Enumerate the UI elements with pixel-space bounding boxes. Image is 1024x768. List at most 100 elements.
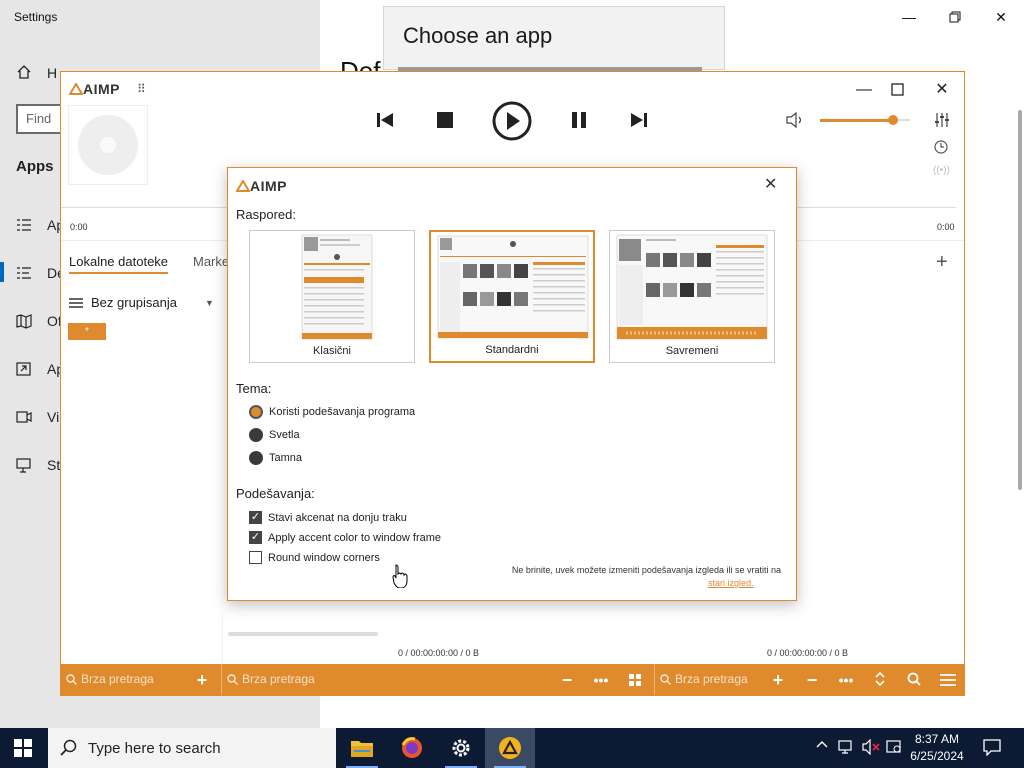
volume-button[interactable] (785, 110, 807, 130)
action-center-icon[interactable] (983, 738, 1001, 756)
settings-heading: Podešavanja: (236, 486, 315, 501)
clock-icon[interactable] (934, 140, 948, 154)
pause-icon (572, 112, 586, 128)
theme-option-dark[interactable]: Tamna (249, 451, 302, 465)
aimp-app-icon (499, 737, 521, 759)
show-hidden-icons-button[interactable] (816, 740, 828, 748)
play-icon (492, 101, 532, 141)
quick-search-1[interactable]: Brza pretraga (66, 672, 154, 686)
layout-preview-classic (256, 233, 408, 341)
nav-item-offline-maps[interactable]: Of (0, 306, 62, 336)
theme-option-program[interactable]: Koristi podešavanja programa (249, 405, 415, 419)
windows-start-button[interactable] (14, 739, 32, 757)
layout-option-modern[interactable]: Savremeni (609, 230, 775, 363)
aimp-minimize-button[interactable]: — (848, 79, 880, 101)
equalizer-icon[interactable] (934, 112, 950, 128)
layout-option-standard[interactable]: Standardni (429, 230, 595, 363)
radio-button[interactable] (249, 451, 263, 465)
minimize-button[interactable]: — (886, 2, 932, 32)
remove-button-2[interactable]: − (800, 670, 824, 690)
search-icon (227, 673, 238, 685)
home-label[interactable]: H (47, 65, 57, 81)
windows-logo-icon (14, 739, 32, 757)
previous-icon (377, 113, 393, 127)
aimp-close-button[interactable]: ✕ (931, 79, 953, 101)
next-track-button[interactable] (628, 110, 650, 130)
radio-button[interactable] (249, 405, 263, 419)
add-playlist-button[interactable]: + (936, 251, 948, 274)
aimp-maximize-button[interactable] (887, 79, 909, 101)
stop-button[interactable] (434, 110, 456, 130)
dialog-close-button[interactable]: ✕ (764, 174, 777, 194)
default-apps-icon (16, 265, 32, 281)
grid-view-button[interactable] (623, 670, 647, 690)
maximize-button[interactable] (932, 2, 978, 32)
taskbar: Type here to search 8:37 AM 6/25/2024 (0, 728, 1024, 768)
pause-button[interactable] (568, 110, 590, 130)
chevron-down-icon[interactable]: ▼ (205, 298, 214, 308)
aimp-taskbar-button[interactable] (485, 728, 535, 768)
clock-date: 6/25/2024 (910, 749, 964, 763)
old-layout-link[interactable]: stari izgled. (708, 578, 754, 588)
nav-item-video-playback[interactable]: Vi (0, 402, 60, 432)
radio-cast-icon[interactable]: ((•)) (933, 165, 950, 176)
restore-icon (949, 11, 961, 23)
search-icon (907, 672, 921, 686)
apps-websites-icon (16, 361, 32, 377)
remove-button[interactable]: − (555, 670, 579, 690)
settings-taskbar-button[interactable] (436, 728, 486, 768)
checkbox[interactable]: ✓ (249, 531, 262, 544)
volume-muted-icon[interactable] (862, 739, 882, 755)
option-accent-bottom-bar[interactable]: ✓ Stavi akcenat na donju traku (249, 511, 407, 524)
filter-chip[interactable]: * (68, 323, 106, 340)
close-button[interactable]: ✕ (978, 2, 1024, 32)
tab-local-files[interactable]: Lokalne datoteke (69, 254, 169, 274)
layout-option-classic[interactable]: Klasični (249, 230, 415, 363)
bottom-toolbar: Brza pretraga + Brza pretraga − ••• Brza… (61, 664, 964, 695)
hand-cursor-icon (392, 564, 408, 588)
main-menu-button[interactable] (936, 670, 960, 690)
radio-button[interactable] (249, 428, 263, 442)
sort-button[interactable] (868, 670, 892, 688)
nav-item-default-apps[interactable]: De (0, 258, 65, 288)
hamburger-icon (940, 674, 956, 686)
notifications-settings-icon[interactable] (886, 739, 902, 755)
layout-label-modern: Savremeni (665, 345, 719, 357)
horizontal-scrollbar[interactable] (228, 632, 378, 636)
quick-search-2[interactable]: Brza pretraga (227, 672, 315, 686)
menu-icon[interactable] (69, 297, 83, 309)
play-button[interactable] (491, 100, 533, 142)
quick-search-3[interactable]: Brza pretraga (660, 672, 748, 686)
option-round-corners[interactable]: Round window corners (249, 551, 380, 564)
add-files-button[interactable]: + (190, 670, 214, 690)
checkbox[interactable] (249, 551, 262, 564)
nav-item-apps-features[interactable]: Ap (0, 210, 64, 240)
tab-marked[interactable]: Marke (193, 254, 229, 269)
grouping-selector[interactable]: Bez grupisanja (91, 295, 177, 310)
chevron-up-icon (816, 741, 828, 748)
settings-scrollbar[interactable] (1018, 110, 1022, 490)
offline-maps-icon (16, 313, 32, 329)
drag-handle-icon[interactable]: ⠿ (137, 82, 146, 96)
album-art (68, 105, 148, 185)
previous-track-button[interactable] (374, 110, 396, 130)
taskbar-search-box[interactable]: Type here to search (48, 728, 336, 768)
file-explorer-taskbar-button[interactable] (337, 728, 387, 768)
taskbar-clock[interactable]: 8:37 AM 6/25/2024 (904, 731, 970, 765)
network-icon[interactable] (838, 739, 856, 755)
more-button-2[interactable]: ••• (834, 670, 858, 690)
checkbox[interactable]: ✓ (249, 511, 262, 524)
firefox-taskbar-button[interactable] (387, 728, 437, 768)
option-accent-window-frame[interactable]: ✓ Apply accent color to window frame (249, 531, 441, 544)
search-button[interactable] (902, 670, 926, 688)
add-button[interactable]: + (766, 670, 790, 690)
layout-label-classic: Klasični (313, 345, 351, 357)
more-button[interactable]: ••• (589, 670, 613, 690)
home-icon[interactable] (16, 64, 32, 80)
volume-slider-knob[interactable] (888, 115, 898, 125)
stop-icon (437, 112, 453, 128)
nav-item-apps-websites[interactable]: Ap (0, 354, 64, 384)
choose-app-title: Choose an app (403, 23, 553, 48)
theme-option-light[interactable]: Svetla (249, 428, 300, 442)
nav-item-startup[interactable]: St (0, 450, 60, 480)
